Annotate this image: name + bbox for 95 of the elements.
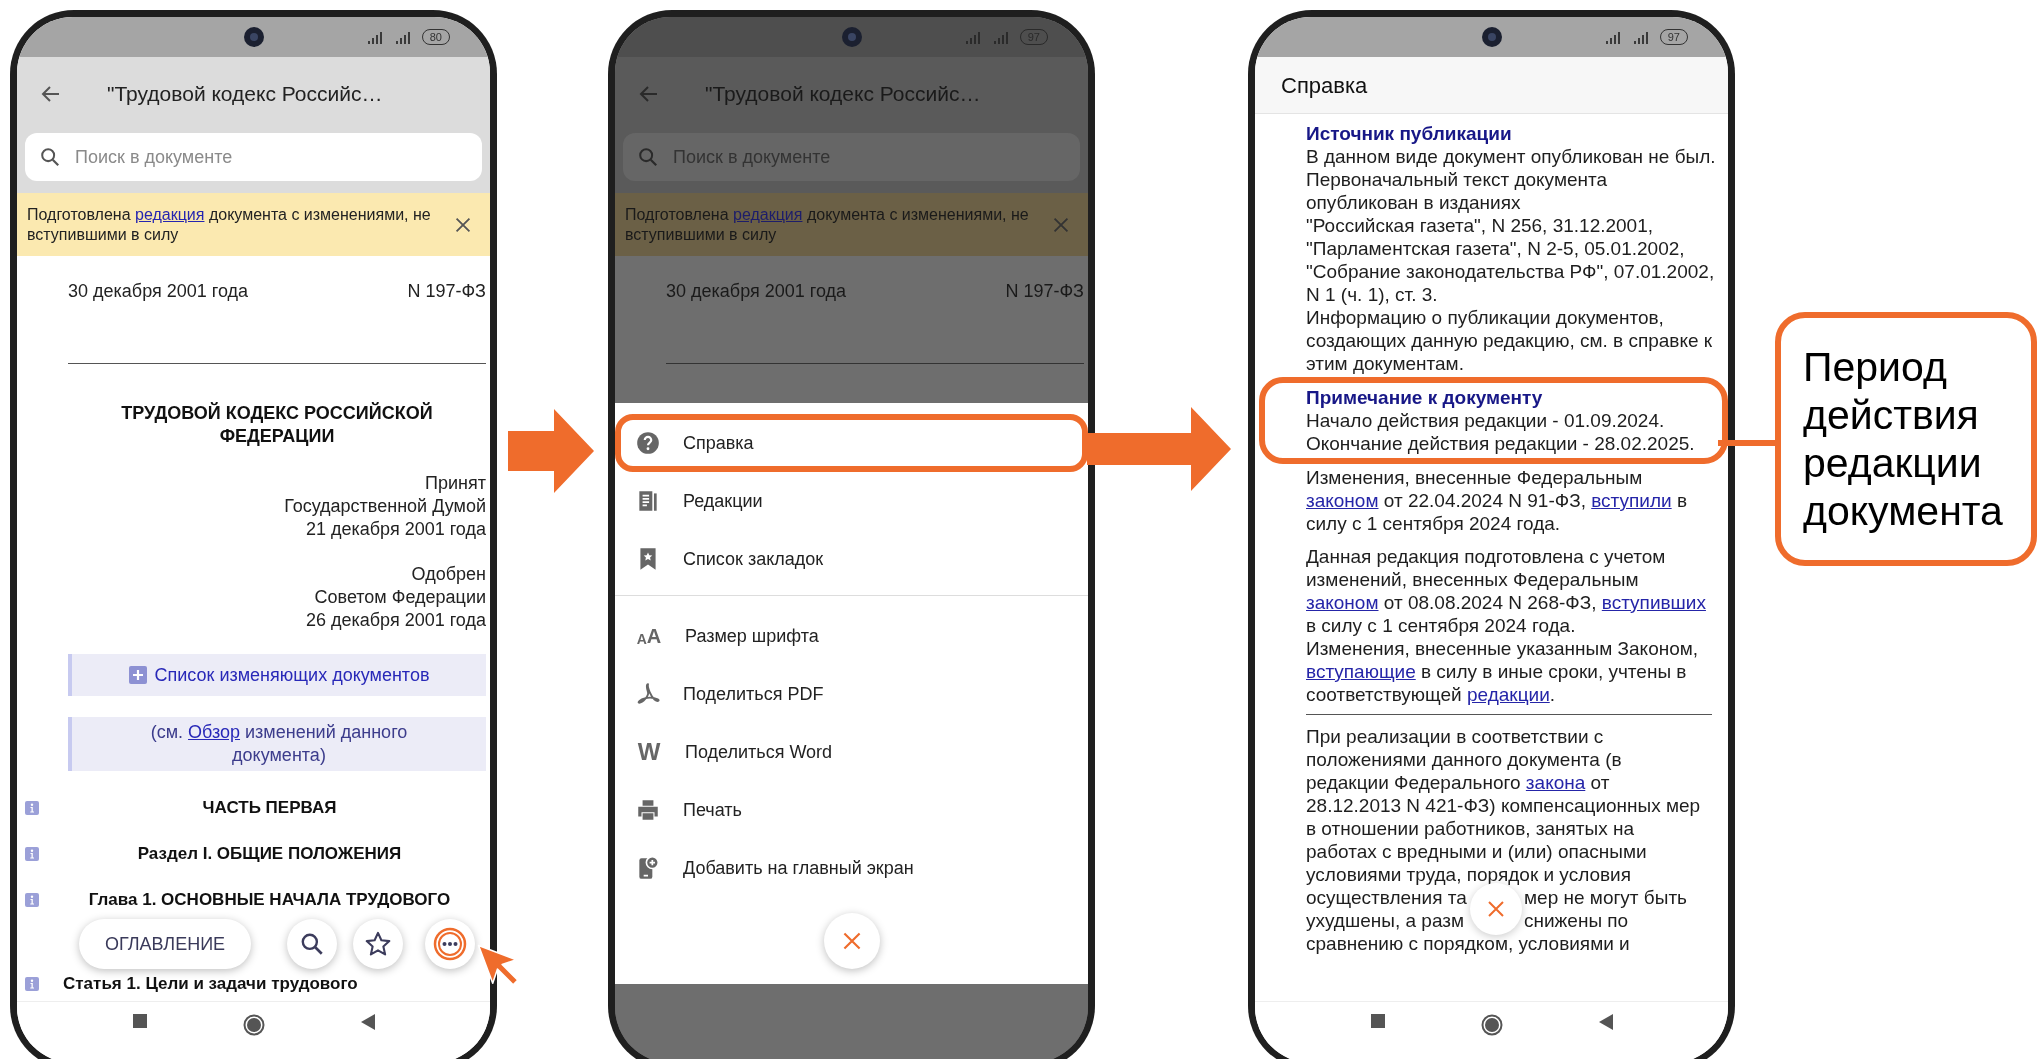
body-text: снижены по [1524, 909, 1629, 932]
link[interactable]: редакция [135, 205, 205, 223]
body-text: редакции Федерального закона от [1306, 771, 1611, 794]
document-text: 21 декабря 2001 года [304, 518, 486, 541]
section-heading: Глава 1. ОСНОВНЫЕ НАЧАЛА ТРУДОВОГО [87, 889, 452, 911]
document-heading: ТРУДОВОЙ КОДЕКС РОССИЙСКОЙ ФЕДЕРАЦИИ [120, 402, 434, 448]
review-note: (см. Обзор изменений данного документа) [149, 721, 409, 767]
menu-item[interactable]: Список закладок [615, 530, 1088, 588]
close-button[interactable] [823, 913, 880, 969]
body-text: В данном виде документ опубликован не был. [1306, 145, 1716, 168]
body-text: Изменения, внесенные Федеральным законом от 22.04.2024 N 91-ФЗ, вступили в силу с 1 сентября 2024 года. [1306, 466, 1688, 535]
link[interactable]: вступающие [1306, 661, 1416, 682]
document-date: 30 декабря 2001 года [68, 280, 249, 303]
menu-item[interactable]: Справка [615, 414, 1088, 472]
body-text: Начало действия редакции - 01.09.2024. [1306, 409, 1666, 432]
changes-list-link[interactable]: Список изменяющих документов [154, 661, 430, 689]
home-icon[interactable] [242, 1014, 265, 1036]
contents-button[interactable]: ОГЛАВЛЕНИЕ [79, 919, 252, 969]
body-text: "Собрание законодательства РФ", 07.01.2002, N 1 (ч. 1), ст. 3. [1306, 260, 1716, 306]
section-heading: Раздел I. ОБЩИЕ ПОЛОЖЕНИЯ [136, 843, 403, 865]
article-heading: Статья 1. Цели и задачи трудового [63, 973, 358, 995]
document-title: "Трудовой кодекс Российс… [107, 80, 383, 107]
menu-item[interactable]: AA Размер шрифта [615, 607, 1088, 665]
body-text: При реализации в соответствии с [1306, 725, 1605, 748]
body-text: осуществления та [1306, 886, 1468, 909]
info-icon [25, 893, 39, 907]
document-text: Советом Федерации [313, 586, 486, 609]
document-number: N 197-ФЗ [407, 280, 486, 303]
body-text: Данная редакция подготовлена с учетом изменений, внесенных Федеральным законом от 08.08.2024 N 268-ФЗ, вступивших в силу с 1 сентября 2024 года. [1306, 545, 1707, 637]
document-date: 30 декабря 2001 года [666, 280, 847, 303]
search-field[interactable]: Поиск в документе [25, 133, 482, 181]
menu-item[interactable]: W Поделиться Word [615, 723, 1088, 781]
body-text: работах с вредными и (или) опасными [1306, 840, 1648, 863]
square-icon[interactable] [132, 1014, 147, 1028]
document-text: Принят [424, 472, 486, 495]
document-text: 26 декабря 2001 года [304, 609, 486, 632]
search-button[interactable] [287, 919, 338, 969]
body-text: мер не могут быть [1524, 886, 1687, 909]
body-text: Информацию о публикации документов, создающих данную редакцию, см. в справке к этим документам. [1306, 306, 1714, 375]
link[interactable]: редакции [1466, 684, 1550, 705]
notice-text: Подготовлена редакция документа с изменениями, не вступившими в силу [27, 204, 432, 245]
menu-item[interactable]: Добавить на главный экран [615, 839, 1088, 897]
link[interactable]: законом [1306, 592, 1379, 613]
callout-text: Период действия редакции документа [1803, 343, 2004, 535]
link[interactable]: вступивших [1601, 592, 1706, 613]
menu-item[interactable]: Печать [615, 781, 1088, 839]
menu-item[interactable]: Редакции [615, 472, 1088, 530]
font-size-icon: AA [635, 626, 663, 646]
home-icon[interactable] [1480, 1014, 1503, 1036]
help-icon [635, 430, 661, 456]
body-text: Изменения, внесенные указанным Законом, вступающие в силу в иные сроки, учтены в соответствующей редакции. [1306, 637, 1700, 706]
bookmark-button[interactable] [353, 919, 404, 969]
body-text: положениями данного документа (в [1306, 748, 1623, 771]
back-triangle-icon[interactable] [360, 1014, 375, 1030]
body-text: "Парламентская газета", N 2-5, 05.01.2002, [1306, 237, 1686, 260]
document-title: "Трудовой кодекс Российс… [705, 80, 981, 107]
link[interactable]: вступили [1591, 490, 1672, 511]
pdf-icon [635, 681, 661, 707]
printer-icon [635, 797, 661, 823]
link[interactable]: законом [1306, 490, 1379, 511]
camera-icon [840, 26, 863, 48]
body-text: "Российская газета", N 256, 31.12.2001, [1306, 214, 1655, 237]
body-text: сравнению с порядком, условиями и [1306, 932, 1631, 955]
word-icon: W [635, 740, 663, 764]
back-triangle-icon[interactable] [1598, 1014, 1613, 1030]
body-text: в отношении работников, занятых на [1306, 817, 1636, 840]
search-icon [637, 146, 659, 168]
header-title: Справка [1281, 71, 1368, 100]
star-icon [364, 930, 393, 958]
info-icon [25, 977, 39, 991]
body-text: ухудшены, а разм [1306, 909, 1465, 932]
camera-icon [242, 26, 265, 48]
section-heading: ЧАСТЬ ПЕРВАЯ [201, 797, 338, 819]
close-button[interactable] [1470, 883, 1522, 935]
menu-item[interactable]: Поделиться PDF [615, 665, 1088, 723]
square-icon[interactable] [1370, 1014, 1385, 1028]
camera-icon [1480, 26, 1503, 48]
document-number: N 197-ФЗ [1005, 280, 1084, 303]
document-text: Одобрен [410, 563, 486, 586]
notice-text: Подготовлена редакция документа с изменениями, не вступившими в силу [625, 204, 1030, 245]
body-text: Окончание действия редакции - 28.02.2025. [1306, 432, 1696, 455]
body-text: 28.12.2013 N 421-ФЗ) компенсационных мер [1306, 794, 1702, 817]
more-icon [433, 927, 468, 961]
body-text: условиями труда, порядок и условия [1306, 863, 1633, 886]
plus-icon[interactable] [128, 666, 147, 684]
more-button[interactable] [425, 919, 476, 969]
search-icon [39, 146, 61, 168]
info-icon [25, 847, 39, 861]
section-title: Источник публикации [1306, 122, 1513, 145]
info-icon [25, 801, 39, 815]
body-text: Первоначальный текст документа опубликован в изданиях [1306, 168, 1609, 214]
link[interactable]: Обзор [188, 722, 241, 742]
link[interactable]: закона [1525, 772, 1586, 793]
document-text: Государственной Думой [283, 495, 486, 518]
section-title: Примечание к документу [1306, 386, 1544, 409]
